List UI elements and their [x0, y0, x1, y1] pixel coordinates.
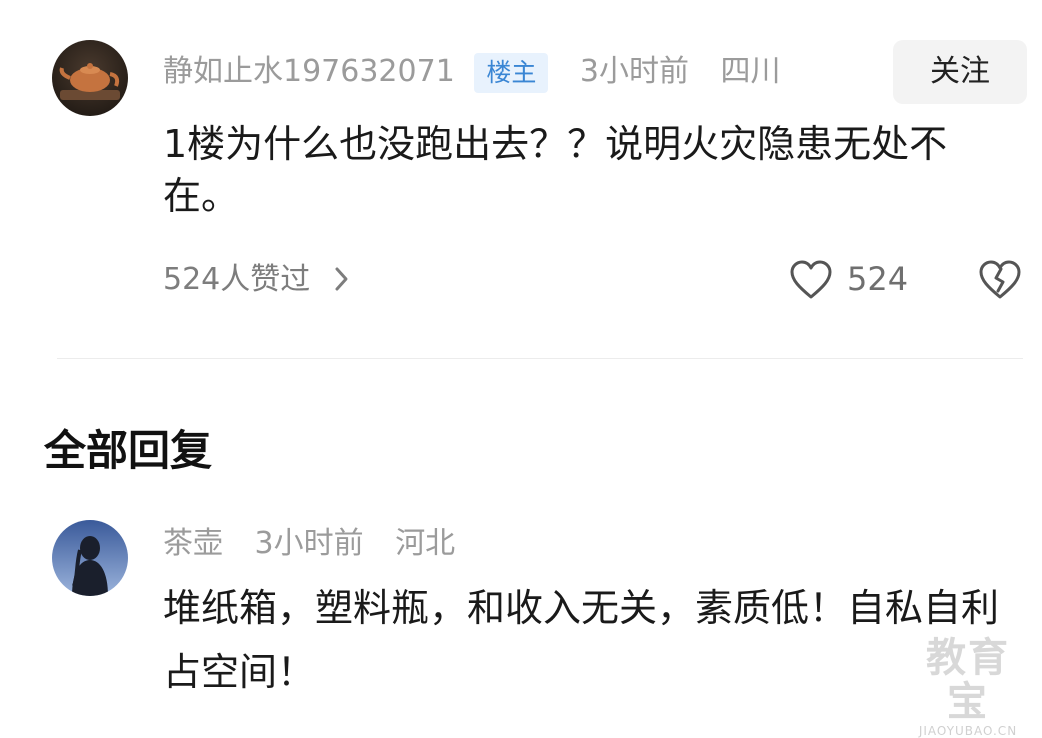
reply-avatar[interactable]: [52, 520, 128, 596]
follow-button[interactable]: 关注: [893, 40, 1027, 104]
person-avatar-icon: [52, 520, 128, 596]
reply-time: 3小时前: [254, 526, 364, 561]
like-count: 524: [847, 260, 909, 298]
op-avatar[interactable]: [52, 40, 128, 116]
watermark-subtext: JIAOYUBAO.CN: [918, 724, 1018, 738]
reply-location: 河北: [395, 526, 456, 561]
like-button[interactable]: [789, 259, 833, 301]
teapot-avatar-icon: [52, 40, 128, 116]
likes-link[interactable]: 524人赞过: [163, 260, 350, 300]
replies-section-title: 全部回复: [44, 426, 213, 475]
dislike-button[interactable]: [978, 259, 1022, 301]
heart-icon: [790, 260, 832, 299]
reply-content: 堆纸箱，塑料瓶，和收入无关，素质低！自私自利占空间！: [163, 586, 1000, 694]
post-content: 1楼为什么也没跑出去？？说明火灾隐患无处不在。: [163, 122, 948, 218]
post-location: 四川: [720, 54, 781, 89]
watermark-logo: 教育宝 JIAOYUBAO.CN: [912, 636, 1024, 738]
op-username[interactable]: 静如止水197632071: [163, 54, 455, 89]
likes-link-label: 524人赞过: [163, 262, 311, 297]
reply-meta-row: 茶壶 3小时前 河北: [163, 525, 455, 563]
divider: [57, 358, 1023, 359]
chevron-right-icon: [335, 267, 348, 291]
post-time: 3小时前: [579, 54, 689, 89]
op-badge: 楼主: [474, 53, 549, 93]
watermark-text: 教育宝: [926, 635, 1010, 725]
op-meta-row: 静如止水197632071 楼主 3小时前 四川: [163, 53, 781, 93]
reply-username[interactable]: 茶壶: [163, 526, 223, 561]
broken-heart-icon: [979, 260, 1021, 299]
